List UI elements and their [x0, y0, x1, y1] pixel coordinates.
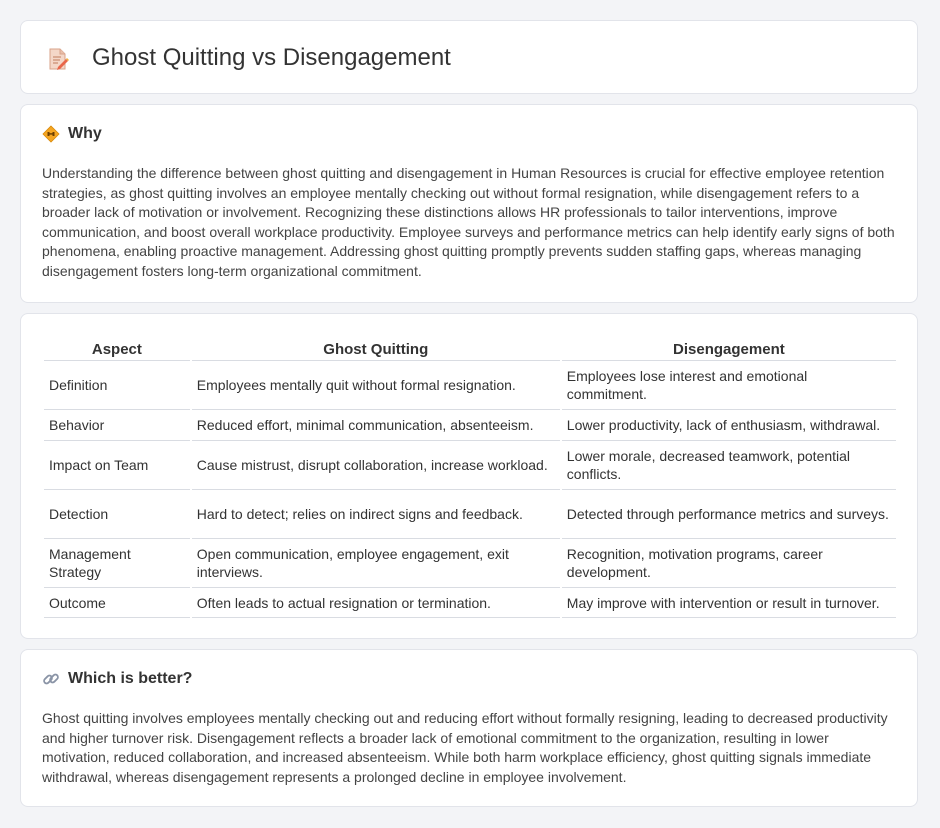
road-sign-icon	[42, 125, 60, 143]
aspect-cell: Detection	[44, 490, 190, 539]
aspect-cell: Management Strategy	[44, 539, 190, 588]
link-icon	[42, 670, 60, 688]
why-text: Understanding the difference between gho…	[42, 165, 895, 279]
ghost-quitting-cell: Employees mentally quit without formal r…	[191, 361, 560, 410]
comparison-table: Aspect Ghost Quitting Disengagement Defi…	[42, 334, 898, 618]
why-heading: Why	[68, 125, 102, 142]
why-header: Why	[42, 125, 102, 143]
better-text: Ghost quitting involves employees mental…	[42, 710, 888, 785]
aspect-cell: Impact on Team	[44, 441, 190, 490]
better-header: Which is better?	[42, 670, 192, 688]
table-header-row: Aspect Ghost Quitting Disengagement	[44, 334, 896, 361]
ghost-quitting-cell: Hard to detect; relies on indirect signs…	[191, 490, 560, 539]
table-row: Detection Hard to detect; relies on indi…	[44, 490, 896, 539]
column-header-disengagement: Disengagement	[561, 334, 896, 361]
disengagement-cell: Detected through performance metrics and…	[561, 490, 896, 539]
disengagement-cell: May improve with intervention or result …	[561, 588, 896, 618]
comparison-section: Aspect Ghost Quitting Disengagement Defi…	[20, 313, 918, 639]
document-pencil-icon	[47, 47, 69, 71]
table-row: Impact on Team Cause mistrust, disrupt c…	[44, 441, 896, 490]
table-row: Behavior Reduced effort, minimal communi…	[44, 410, 896, 441]
ghost-quitting-cell: Open communication, employee engagement,…	[191, 539, 560, 588]
table-row: Definition Employees mentally quit witho…	[44, 361, 896, 410]
disengagement-cell: Recognition, motivation programs, career…	[561, 539, 896, 588]
column-header-aspect: Aspect	[44, 334, 190, 361]
disengagement-cell: Employees lose interest and emotional co…	[561, 361, 896, 410]
title-card: Ghost Quitting vs Disengagement	[20, 20, 918, 94]
column-header-ghost-quitting: Ghost Quitting	[191, 334, 560, 361]
disengagement-cell: Lower morale, decreased teamwork, potent…	[561, 441, 896, 490]
aspect-cell: Outcome	[44, 588, 190, 618]
aspect-cell: Behavior	[44, 410, 190, 441]
ghost-quitting-cell: Often leads to actual resignation or ter…	[191, 588, 560, 618]
disengagement-cell: Lower productivity, lack of enthusiasm, …	[561, 410, 896, 441]
ghost-quitting-cell: Cause mistrust, disrupt collaboration, i…	[191, 441, 560, 490]
page-title: Ghost Quitting vs Disengagement	[92, 44, 451, 71]
why-section: Why Understanding the difference between…	[20, 104, 918, 303]
table-row: Management Strategy Open communication, …	[44, 539, 896, 588]
which-is-better-section: Which is better? Ghost quitting involves…	[20, 649, 918, 807]
ghost-quitting-cell: Reduced effort, minimal communication, a…	[191, 410, 560, 441]
better-heading: Which is better?	[68, 670, 193, 687]
aspect-cell: Definition	[44, 361, 190, 410]
table-row: Outcome Often leads to actual resignatio…	[44, 588, 896, 618]
